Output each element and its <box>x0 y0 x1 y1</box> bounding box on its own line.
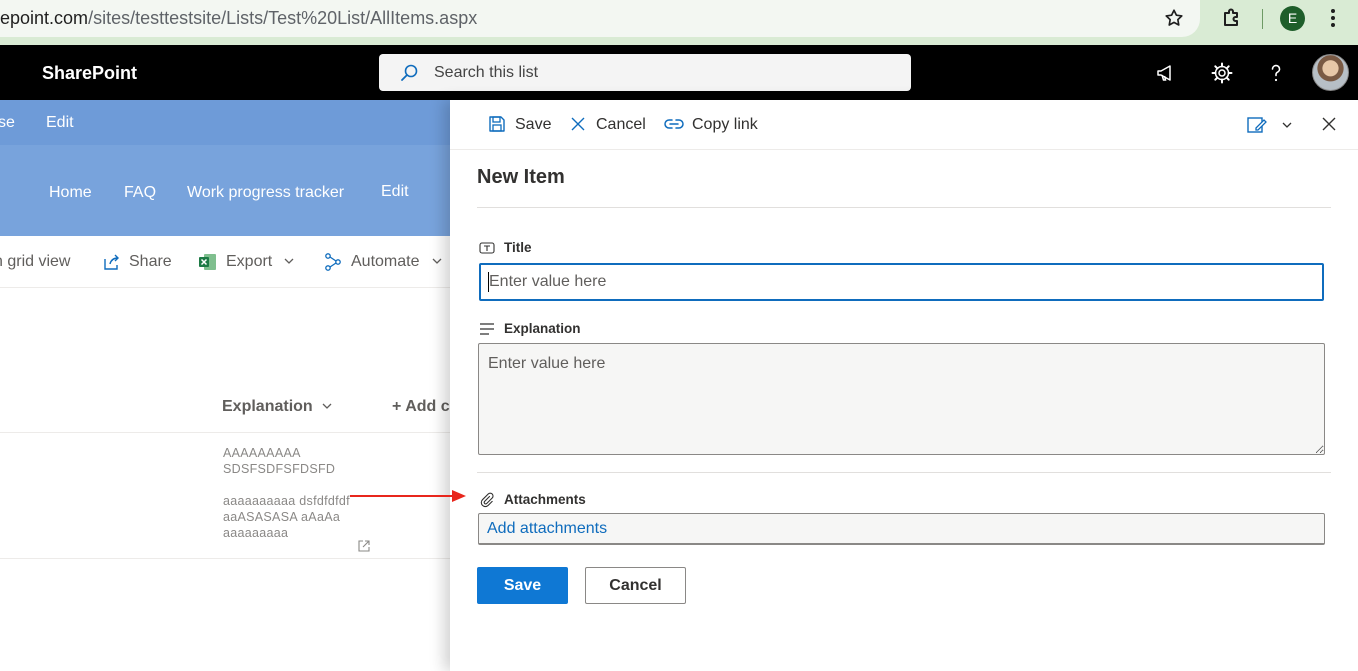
text-caret <box>488 272 489 292</box>
export-button[interactable]: Export <box>226 253 272 271</box>
list-cell-text: AAAAAAAAA <box>223 446 301 460</box>
url-path: /sites/testtestsite/Lists/Test%20List/Al… <box>88 8 478 28</box>
edit-grid-view-button[interactable]: n grid view <box>0 253 70 271</box>
attachments-box: Add attachments <box>478 513 1325 545</box>
toolbar-cancel-label: Cancel <box>596 116 646 133</box>
search-icon <box>401 64 418 81</box>
chevron-down-icon <box>284 258 294 264</box>
title-input[interactable] <box>479 263 1324 301</box>
command-bar: n grid view Share Export Automate <box>0 236 450 288</box>
list-page-background: se Edit Home FAQ Work progress tracker E… <box>0 100 450 671</box>
annotation-arrow-icon <box>350 490 466 502</box>
bookmark-star-icon[interactable] <box>1163 7 1185 29</box>
top-nav-item-partial[interactable]: se <box>0 114 15 132</box>
title-field-label: Title <box>504 240 532 255</box>
automate-flow-icon <box>325 253 341 271</box>
toolbar-save-label: Save <box>515 116 552 133</box>
nav-item-faq[interactable]: FAQ <box>124 184 156 202</box>
list-cell-text: aaaaaaaaaa dsfdfdfdf <box>223 494 350 508</box>
multiline-text-icon <box>480 323 494 335</box>
url-domain: epoint.com <box>0 8 89 28</box>
explanation-textarea[interactable] <box>478 343 1325 455</box>
address-bar[interactable]: epoint.com/sites/testtestsite/Lists/Test… <box>0 0 1200 37</box>
copy-link-label: Copy link <box>692 116 758 133</box>
excel-icon <box>199 254 216 270</box>
extensions-puzzle-icon[interactable] <box>1220 6 1244 30</box>
nav-item-edit[interactable]: Edit <box>381 183 409 201</box>
panel-title: New Item <box>477 166 565 188</box>
share-icon <box>104 254 119 270</box>
search-placeholder: Search this list <box>434 64 539 81</box>
list-cell-text: aaASASASA aAaAa <box>223 510 341 524</box>
toolbar-separator <box>1262 9 1263 29</box>
chevron-down-icon[interactable] <box>1281 119 1293 131</box>
cancel-button[interactable]: Cancel <box>585 567 686 604</box>
open-in-new-icon[interactable] <box>357 539 371 553</box>
edit-form-icon[interactable] <box>1246 115 1268 135</box>
list-cell-text: aaaaaaaaa <box>223 526 289 540</box>
list-cell-text: SDSFSDFSFDSFD <box>223 462 336 476</box>
link-icon <box>664 119 684 129</box>
save-button[interactable]: Save <box>477 567 568 604</box>
close-icon[interactable] <box>1321 116 1337 132</box>
user-avatar[interactable] <box>1312 54 1349 91</box>
close-x-icon <box>571 117 585 131</box>
profile-avatar[interactable]: E <box>1280 6 1305 31</box>
browser-toolbar: epoint.com/sites/testtestsite/Lists/Test… <box>0 0 1358 45</box>
chevron-down-icon <box>432 258 442 264</box>
explanation-field-label: Explanation <box>504 321 581 336</box>
section-divider <box>477 472 1331 473</box>
add-attachments-link[interactable]: Add attachments <box>487 520 607 538</box>
search-box[interactable]: Search this list <box>379 54 911 91</box>
brand-name[interactable]: SharePoint <box>42 63 137 84</box>
column-header-label: Explanation <box>222 398 313 415</box>
title-divider <box>477 207 1331 208</box>
share-button[interactable]: Share <box>129 253 172 271</box>
column-header-explanation[interactable]: Explanation <box>222 398 333 416</box>
chevron-down-icon <box>322 403 332 409</box>
url-text[interactable]: epoint.com/sites/testtestsite/Lists/Test… <box>0 8 477 29</box>
attachments-field-label: Attachments <box>504 492 586 507</box>
paperclip-icon <box>480 492 494 508</box>
help-question-icon[interactable] <box>1264 61 1288 85</box>
panel-toolbar: Save Cancel Copy link <box>450 100 1358 150</box>
top-nav-item-edit[interactable]: Edit <box>46 114 74 132</box>
nav-item-work-progress-tracker[interactable]: Work progress tracker <box>187 184 344 202</box>
row-divider <box>0 432 450 433</box>
automate-button[interactable]: Automate <box>351 253 419 271</box>
text-field-icon <box>479 242 495 254</box>
browser-menu-dots-icon[interactable] <box>1326 6 1340 30</box>
gear-icon[interactable] <box>1210 61 1234 85</box>
megaphone-icon[interactable] <box>1155 61 1179 85</box>
row-divider <box>0 558 450 559</box>
save-floppy-icon <box>489 116 505 132</box>
nav-item-home[interactable]: Home <box>49 184 92 202</box>
suite-bar: SharePoint Search this list <box>0 45 1358 100</box>
new-item-panel: Save Cancel Copy link New Item Title Exp… <box>450 100 1358 671</box>
site-header: se Edit Home FAQ Work progress tracker E… <box>0 100 450 236</box>
add-column-button[interactable]: + Add c <box>392 398 450 416</box>
